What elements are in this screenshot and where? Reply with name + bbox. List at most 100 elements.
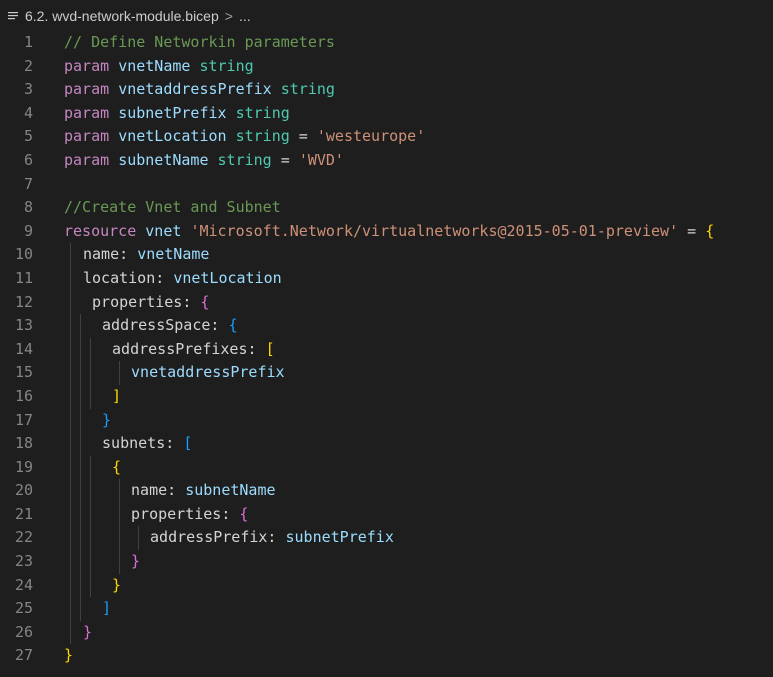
code-line[interactable]: 22 addressPrefix: subnetPrefix [0,526,773,551]
indent-guide [70,620,71,645]
indent-guide [80,314,81,338]
code-text: properties: { [122,503,248,527]
indent-guide [70,432,71,456]
code-token: } [102,410,112,429]
breadcrumb-tail[interactable]: ... [239,8,251,24]
code-token: } [83,622,93,641]
line-number: 9 [23,221,33,240]
code-text: name: subnetName [122,479,276,503]
indent-guide [80,479,81,503]
code-text: param vnetName string [64,55,254,79]
line-number: 8 [23,198,33,217]
code-line[interactable]: 5 param vnetLocation string = 'westeurope… [0,125,773,149]
indent-guide [70,266,71,291]
line-number: 21 [14,504,33,523]
code-token: { [228,316,238,335]
code-line[interactable]: 16 ] [0,384,773,409]
code-token: properties: [83,292,201,311]
indent-guide [70,290,71,315]
indent-guide [70,384,71,409]
indent-guide [90,550,91,574]
code-token: subnetPrefix [285,528,394,547]
code-token: vnetName [137,245,210,264]
code-line[interactable]: 14 addressPrefixes: [ [0,337,773,362]
indent-guide [80,502,81,527]
indent-guide [70,455,71,480]
code-token: vnetName [118,56,191,75]
code-line[interactable]: 3 param vnetaddressPrefix string [0,78,773,102]
code-token: { [705,221,715,240]
code-text: location: vnetLocation [83,267,282,291]
code-line[interactable]: 10 name: vnetName [0,243,773,267]
line-number: 18 [14,434,33,453]
line-number: 22 [14,528,33,547]
indent-guide [80,384,81,409]
indent-guide [70,479,71,503]
code-line[interactable]: 21 properties: { [0,502,773,527]
code-token: string [280,80,335,99]
code-line[interactable]: 13 addressSpace: { [0,314,773,338]
code-token: subnetName [118,150,209,169]
code-token: = [678,221,706,240]
code-token: = [289,127,317,146]
code-token: param [64,150,110,169]
line-number: 1 [23,33,33,51]
line-number: 11 [14,268,33,287]
code-text: addressPrefix: subnetPrefix [141,526,394,550]
code-token: subnetPrefix [118,103,227,122]
code-line[interactable]: 27} [0,644,773,668]
code-line[interactable]: 2 param vnetName string [0,55,773,79]
code-line[interactable]: 11 location: vnetLocation [0,266,773,291]
code-token: } [112,575,122,594]
code-token: // Define Networkin parameters [64,33,335,51]
code-line[interactable]: 19 { [0,455,773,480]
code-text: ] [103,385,121,409]
code-line[interactable]: 25 ] [0,597,773,621]
code-text: ] [93,597,111,621]
indent-guide [80,337,81,362]
code-token: vnetLocation [118,127,227,146]
code-line[interactable]: 24 } [0,573,773,598]
code-line[interactable]: 23 } [0,550,773,574]
code-line[interactable]: 20 name: subnetName [0,479,773,503]
code-line[interactable]: 8 //Create Vnet and Subnet [0,196,773,220]
line-number: 19 [14,457,33,476]
indent-guide [70,361,71,385]
breadcrumb-file-name[interactable]: 6.2. wvd-network-module.bicep [25,8,219,24]
indent-guide [80,550,81,574]
line-number: 7 [23,174,33,193]
indent-guide [80,597,81,621]
code-line[interactable]: 6 param subnetName string = 'WVD' [0,149,773,173]
code-token: param [64,80,110,99]
code-line[interactable]: 15 vnetaddressPrefix [0,361,773,385]
code-token: param [64,56,110,75]
code-token: 'westeurope' [316,127,426,146]
line-number: 2 [23,56,33,75]
code-line[interactable]: 18 subnets: [ [0,432,773,456]
code-line[interactable]: 9 resource vnet 'Microsoft.Network/virtua… [0,220,773,244]
code-line[interactable]: 7 [0,173,773,197]
code-line[interactable]: 12 properties: { [0,290,773,315]
code-line[interactable]: 1 // Define Networkin parameters [0,31,773,55]
list-lines-icon [7,10,19,22]
code-token: name: [122,481,186,500]
indent-guide [90,573,91,598]
code-token: addressPrefix: [141,528,286,547]
code-token: subnets: [93,434,184,453]
code-line[interactable]: 4 param subnetPrefix string [0,102,773,126]
code-text: properties: { [83,291,209,315]
code-editor[interactable]: 1 // Define Networkin parameters 2 param vn… [0,31,773,677]
code-line[interactable]: 26} [0,620,773,645]
breadcrumb[interactable]: 6.2. wvd-network-module.bicep > ... [0,0,773,31]
code-line[interactable]: 17 } [0,408,773,433]
line-number: 24 [14,575,33,594]
code-text: } [122,550,140,574]
indent-guide [70,314,71,338]
